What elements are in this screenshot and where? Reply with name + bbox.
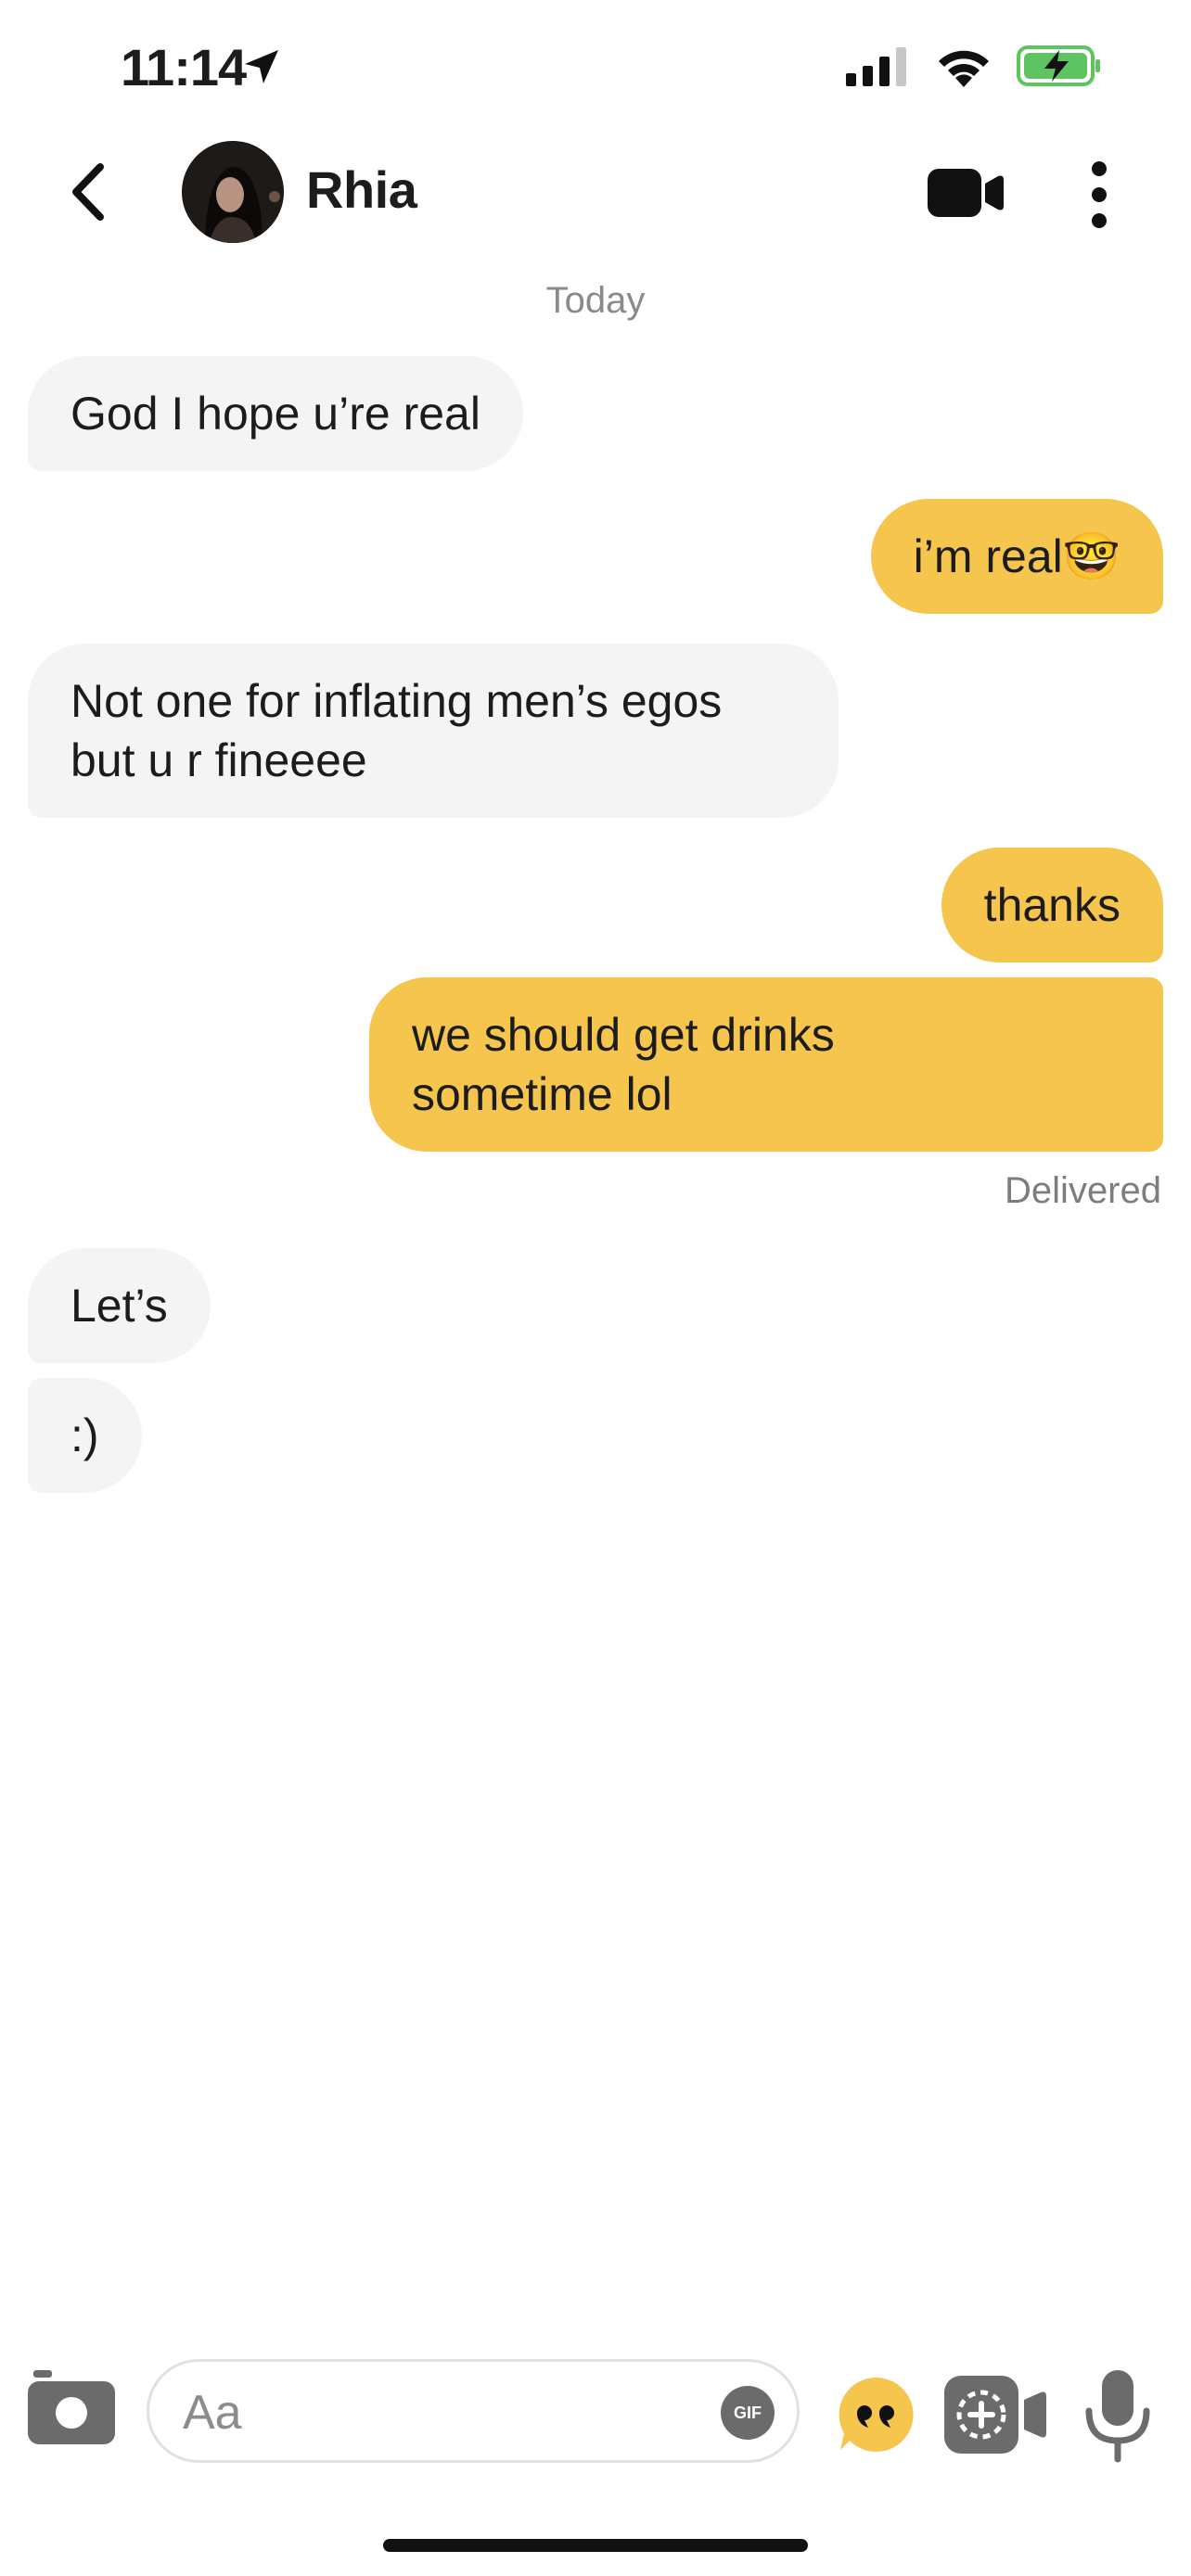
gif-button[interactable]: GIF [721,2386,775,2440]
message-text: i’m real🤓 [913,530,1121,582]
chevron-left-icon [72,163,104,221]
home-indicator [383,2539,808,2552]
message-text-line: we should get drinks [412,1009,835,1061]
video-call-button[interactable] [928,167,1004,219]
message-text-line: but u r fineeee [70,734,367,786]
camera-icon [28,2370,115,2444]
incoming-message[interactable]: Let’s [28,1248,211,1363]
incoming-message[interactable]: :) [28,1378,142,1493]
battery-charging-icon [1017,45,1100,86]
message-text: thanks [983,879,1121,931]
date-separator: Today [545,280,646,321]
back-button[interactable] [65,159,111,224]
status-time: 11:14 [121,38,247,96]
more-options-button[interactable] [1076,158,1122,232]
incoming-message[interactable]: God I hope u’re real [28,356,523,471]
outgoing-message[interactable]: we should get drinks sometime lol [369,977,1163,1152]
outgoing-message[interactable]: thanks [941,848,1163,963]
quote-bubble-icon [839,2377,914,2452]
video-note-button[interactable] [944,2376,1048,2454]
status-icons [846,45,1102,87]
message-input-container[interactable]: GIF [147,2359,800,2463]
message-text-line: Not one for inflating men’s egos [70,675,723,727]
microphone-icon [1085,2370,1150,2463]
contact-name[interactable]: Rhia [306,159,417,220]
opening-move-button[interactable] [837,2376,915,2454]
message-input[interactable] [181,2384,667,2442]
more-vertical-icon [1092,161,1107,228]
message-text: God I hope u’re real [70,388,480,440]
outgoing-message[interactable]: i’m real🤓 [870,499,1163,614]
incoming-message[interactable]: Not one for inflating men’s egos but u r… [28,644,839,818]
message-text: :) [70,1409,99,1461]
video-camera-icon [928,169,1004,217]
video-note-icon [944,2376,1046,2454]
location-arrow-icon [243,48,280,90]
cellular-signal-icon [846,47,906,86]
delivery-status: Delivered [1005,1170,1161,1211]
message-text-line: sometime lol [412,1068,672,1120]
message-text: Let’s [70,1280,168,1332]
camera-button[interactable] [28,2368,115,2446]
avatar[interactable] [182,141,284,243]
voice-message-button[interactable] [1083,2370,1152,2463]
wifi-icon [939,50,989,87]
